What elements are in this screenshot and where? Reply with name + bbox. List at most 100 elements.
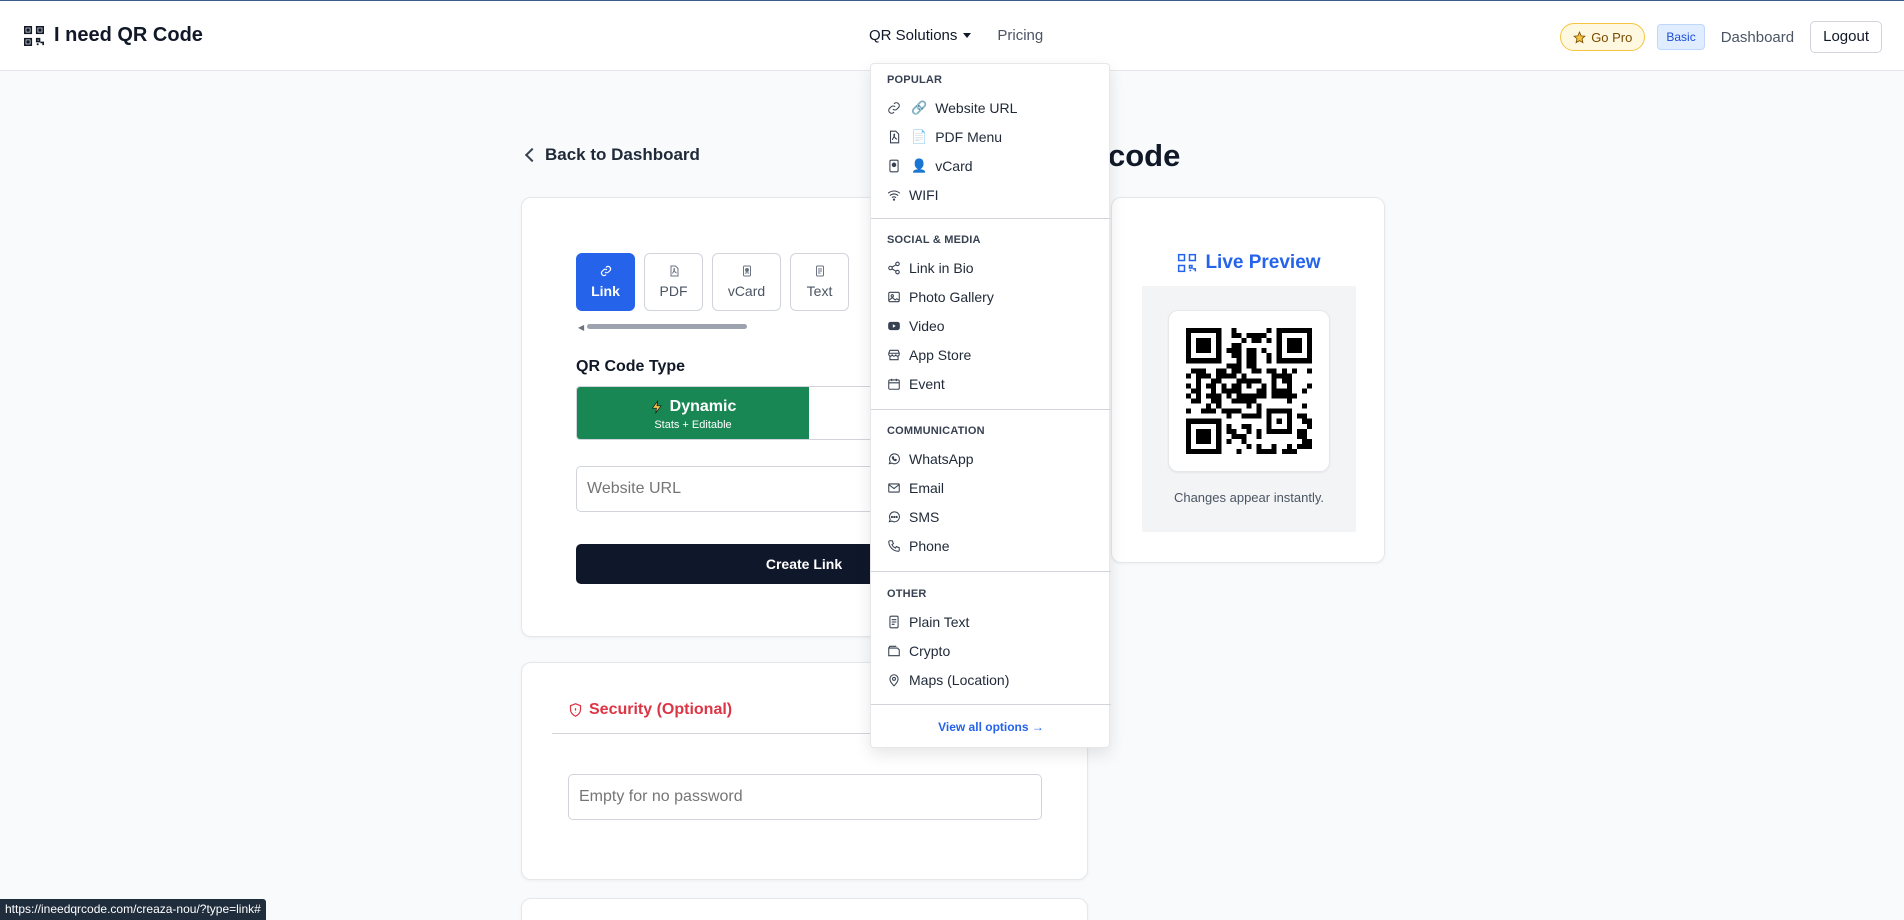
- live-preview-title: Live Preview: [1205, 252, 1321, 273]
- lightning-icon: [651, 399, 662, 414]
- dropdown-item-website-url[interactable]: 🔗 Website URL: [887, 98, 1017, 118]
- live-preview-header: Live Preview: [1112, 252, 1386, 274]
- dropdown-item-label: Plain Text: [909, 614, 970, 630]
- tab-link[interactable]: Link: [576, 253, 635, 311]
- qr-type-tabs: Link PDF vCard Text: [576, 253, 849, 311]
- back-label: Back to Dashboard: [545, 145, 700, 164]
- text-icon: [815, 265, 824, 277]
- caret-down-icon: [963, 33, 972, 38]
- nav-qr-solutions[interactable]: QR Solutions: [869, 27, 972, 44]
- star-icon: [1573, 30, 1587, 43]
- dropdown-item-video[interactable]: Video: [887, 316, 945, 336]
- tab-pdf-label: PDF: [659, 283, 688, 299]
- dropdown-item-wifi[interactable]: WIFI: [887, 185, 939, 205]
- security-header[interactable]: Security (Optional): [568, 701, 732, 719]
- dropdown-divider: [871, 704, 1111, 705]
- dropdown-header-popular: POPULAR: [887, 74, 943, 86]
- video-icon: [887, 319, 901, 333]
- tab-pdf[interactable]: PDF: [644, 253, 703, 311]
- dropdown-item-label: WIFI: [909, 187, 939, 203]
- share-icon: [887, 261, 901, 275]
- dropdown-item-label: Video: [909, 318, 945, 334]
- dropdown-item-link-in-bio[interactable]: Link in Bio: [887, 258, 974, 278]
- vcard-icon: [887, 159, 901, 173]
- next-card: [521, 898, 1088, 920]
- wallet-icon: [887, 644, 901, 658]
- dropdown-item-label: vCard: [935, 158, 973, 174]
- image-icon: [887, 290, 901, 304]
- nav-dashboard[interactable]: Dashboard: [1717, 29, 1798, 46]
- dropdown-item-email[interactable]: Email: [887, 478, 944, 498]
- whatsapp-icon: [887, 452, 901, 466]
- dropdown-item-pdf-menu[interactable]: 📄 PDF Menu: [887, 127, 1002, 147]
- logout-button[interactable]: Logout: [1810, 21, 1882, 53]
- dropdown-item-label: SMS: [909, 509, 940, 525]
- wifi-icon: [887, 188, 901, 202]
- nav-qr-solutions-label: QR Solutions: [869, 27, 958, 44]
- dropdown-divider: [871, 571, 1111, 572]
- dropdown-item-label: WhatsApp: [909, 451, 974, 467]
- store-icon: [887, 348, 901, 362]
- qr-code-image: [1186, 328, 1312, 454]
- back-to-dashboard-link[interactable]: Back to Dashboard: [523, 145, 700, 165]
- preview-note: Changes appear instantly.: [1173, 490, 1325, 505]
- dropdown-header-communication: COMMUNICATION: [887, 425, 985, 437]
- dropdown-divider: [871, 218, 1111, 219]
- dropdown-item-plain-text[interactable]: Plain Text: [887, 612, 969, 632]
- dropdown-item-maps[interactable]: Maps (Location): [887, 670, 1009, 690]
- scrollbar-thumb[interactable]: [587, 324, 747, 329]
- tab-text[interactable]: Text: [790, 253, 849, 311]
- dynamic-title: Dynamic: [669, 397, 737, 415]
- dropdown-item-label: Link in Bio: [909, 260, 974, 276]
- go-pro-label: Go Pro: [1591, 29, 1633, 45]
- dropdown-divider: [871, 409, 1111, 410]
- nav-pricing[interactable]: Pricing: [997, 27, 1043, 44]
- live-preview-card: Live Preview Changes appear instantly.: [1111, 197, 1385, 563]
- dropdown-item-label: PDF Menu: [935, 129, 1003, 145]
- qr-code-preview: [1168, 310, 1330, 472]
- dynamic-option[interactable]: Dynamic Stats + Editable: [577, 387, 809, 439]
- dropdown-item-whatsapp[interactable]: WhatsApp: [887, 449, 974, 469]
- dropdown-item-label: Photo Gallery: [909, 289, 994, 305]
- dropdown-item-label: Crypto: [909, 643, 951, 659]
- pdf-icon: [887, 130, 901, 144]
- plan-badge: Basic: [1657, 24, 1705, 50]
- link-emoji-icon: 🔗: [911, 100, 928, 115]
- tab-vcard[interactable]: vCard: [712, 253, 781, 311]
- view-all-options-link[interactable]: View all options →: [871, 720, 1111, 734]
- qr-solutions-dropdown: POPULAR 🔗 Website URL 📄 PDF Menu 👤 vCard…: [870, 63, 1111, 748]
- tab-text-label: Text: [806, 283, 833, 299]
- dropdown-header-other: OTHER: [887, 588, 927, 600]
- dropdown-item-crypto[interactable]: Crypto: [887, 641, 950, 661]
- brand[interactable]: I need QR Code: [23, 24, 203, 47]
- dropdown-item-label: Maps (Location): [909, 672, 1010, 688]
- calendar-icon: [887, 377, 901, 391]
- phone-icon: [887, 539, 901, 553]
- qr-icon: [1178, 253, 1197, 273]
- dropdown-item-label: Event: [909, 376, 945, 392]
- browser-status-url: https://ineedqrcode.com/creaza-nou/?type…: [0, 899, 266, 920]
- dropdown-item-app-store[interactable]: App Store: [887, 345, 971, 365]
- dropdown-item-label: Website URL: [935, 100, 1018, 116]
- dropdown-item-label: App Store: [909, 347, 972, 363]
- dropdown-item-photo-gallery[interactable]: Photo Gallery: [887, 287, 994, 307]
- dropdown-item-vcard[interactable]: 👤 vCard: [887, 156, 973, 176]
- preview-area: Changes appear instantly.: [1142, 286, 1356, 532]
- shield-icon: [569, 703, 582, 717]
- scroll-left-icon[interactable]: ◀: [578, 323, 584, 332]
- tab-vcard-label: vCard: [727, 283, 766, 299]
- dropdown-item-sms[interactable]: SMS: [887, 507, 939, 527]
- chevron-left-icon: [524, 147, 540, 163]
- chat-icon: [887, 510, 901, 524]
- tabs-scrollbar[interactable]: ◀: [578, 323, 747, 332]
- dynamic-subtitle: Stats + Editable: [654, 418, 732, 431]
- qr-type-label: QR Code Type: [576, 358, 686, 375]
- tab-link-label: Link: [591, 283, 620, 299]
- dropdown-item-phone[interactable]: Phone: [887, 536, 949, 556]
- security-title: Security (Optional): [589, 701, 733, 718]
- page-title: code: [1108, 138, 1181, 173]
- go-pro-button[interactable]: Go Pro: [1560, 23, 1646, 51]
- dropdown-item-label: Email: [909, 480, 945, 496]
- password-input[interactable]: [568, 774, 1042, 820]
- dropdown-item-event[interactable]: Event: [887, 374, 945, 394]
